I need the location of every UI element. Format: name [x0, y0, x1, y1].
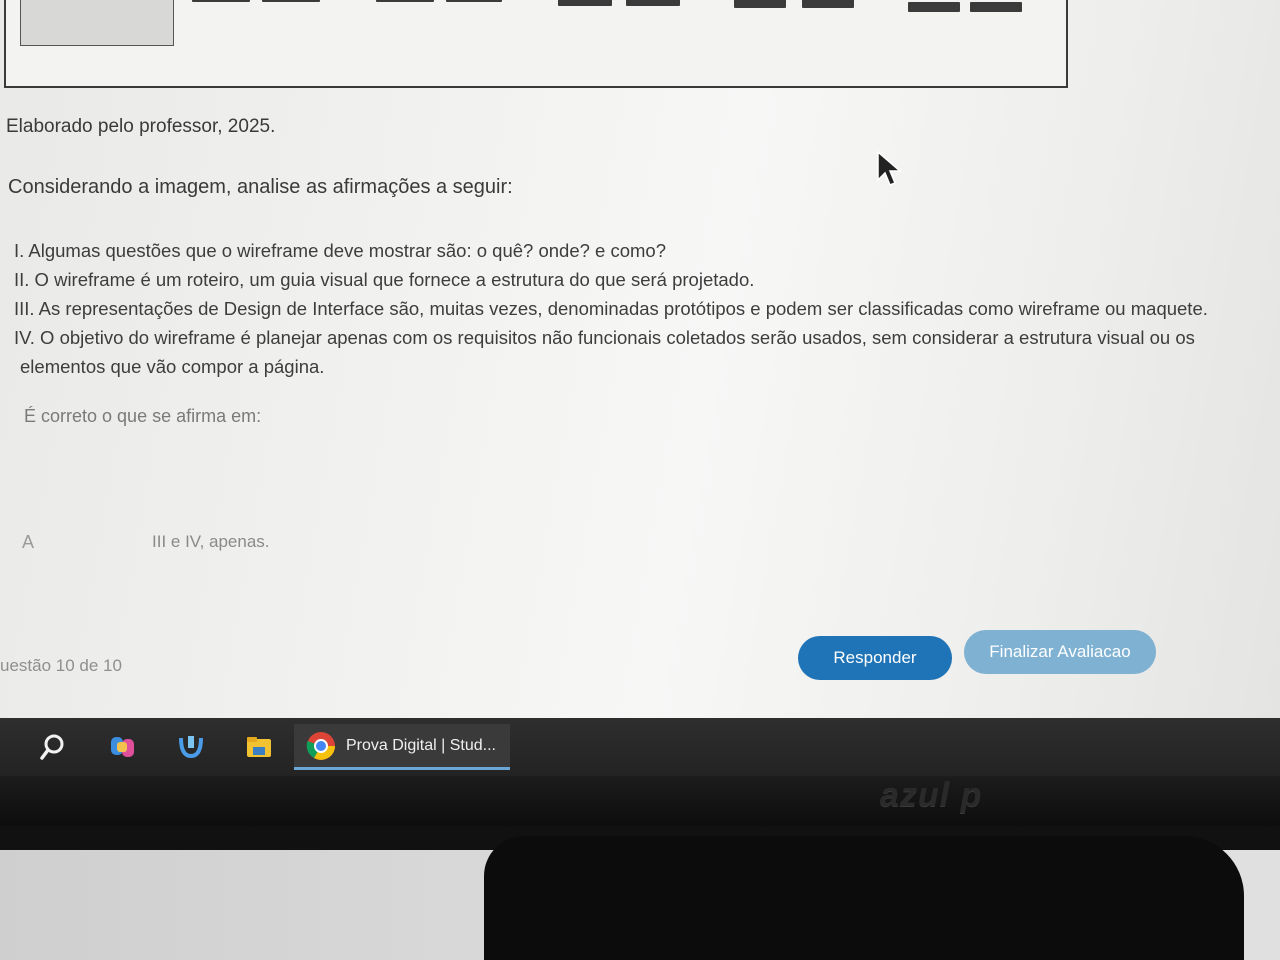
monitor-stand: [484, 836, 1244, 960]
statement-item: IV. O objetivo do wireframe é planejar a…: [14, 327, 1195, 348]
question-prompt: É correto o que se afirma em:: [24, 406, 262, 426]
file-explorer-icon[interactable]: [242, 730, 276, 764]
taskbar: Prova Digital | Stud...: [0, 718, 1280, 776]
statements-list: I. Algumas questões que o wireframe deve…: [14, 236, 1274, 381]
statement-item: II. O wireframe é um roteiro, um guia vi…: [14, 269, 755, 290]
wireframe-bar: [970, 2, 1022, 12]
taskbar-app-chrome[interactable]: Prova Digital | Stud...: [294, 724, 510, 770]
mouse-cursor-icon: [877, 150, 903, 186]
wireframe-bar: [802, 0, 854, 8]
statement-item: I. Algumas questões que o wireframe deve…: [14, 240, 666, 261]
image-caption: Elaborado pelo professor, 2025.: [6, 116, 276, 137]
wireframe-bar: [262, 0, 320, 2]
option-text: III e IV, apenas.: [152, 532, 270, 551]
monitor-brand-logo: azul p: [880, 776, 983, 814]
finalizar-avaliacao-button[interactable]: Finalizar Avaliacao: [964, 630, 1156, 674]
wireframe-thumbnail: [20, 0, 174, 46]
taskbar-app-label: Prova Digital | Stud...: [346, 736, 496, 754]
wireframe-bar: [626, 0, 680, 6]
search-icon[interactable]: [36, 730, 70, 764]
answer-option-a[interactable]: A III e IV, apenas.: [22, 528, 342, 556]
monitor-bezel-strip: [0, 776, 1280, 826]
question-counter: uestão 10 de 10: [0, 656, 122, 675]
chrome-icon: [306, 731, 335, 760]
responder-button[interactable]: Responder: [798, 636, 952, 680]
option-letter: A: [22, 531, 35, 552]
copilot-icon[interactable]: [106, 730, 140, 764]
app-icon[interactable]: [174, 730, 208, 764]
statement-item-continuation: elementos que vão compor a página.: [20, 356, 325, 377]
wireframe-bar: [192, 0, 250, 2]
wireframe-bar: [446, 0, 502, 2]
statement-item: III. As representações de Design de Inte…: [14, 298, 1208, 319]
wireframe-bar: [734, 0, 786, 8]
wireframe-bar: [376, 0, 434, 2]
exam-page: Elaborado pelo professor, 2025. Consider…: [0, 0, 1280, 718]
question-intro: Considerando a imagem, analise as afirma…: [8, 176, 513, 198]
wireframe-image: [4, 0, 1068, 88]
wireframe-bar: [558, 0, 612, 6]
wireframe-bar: [908, 2, 960, 12]
